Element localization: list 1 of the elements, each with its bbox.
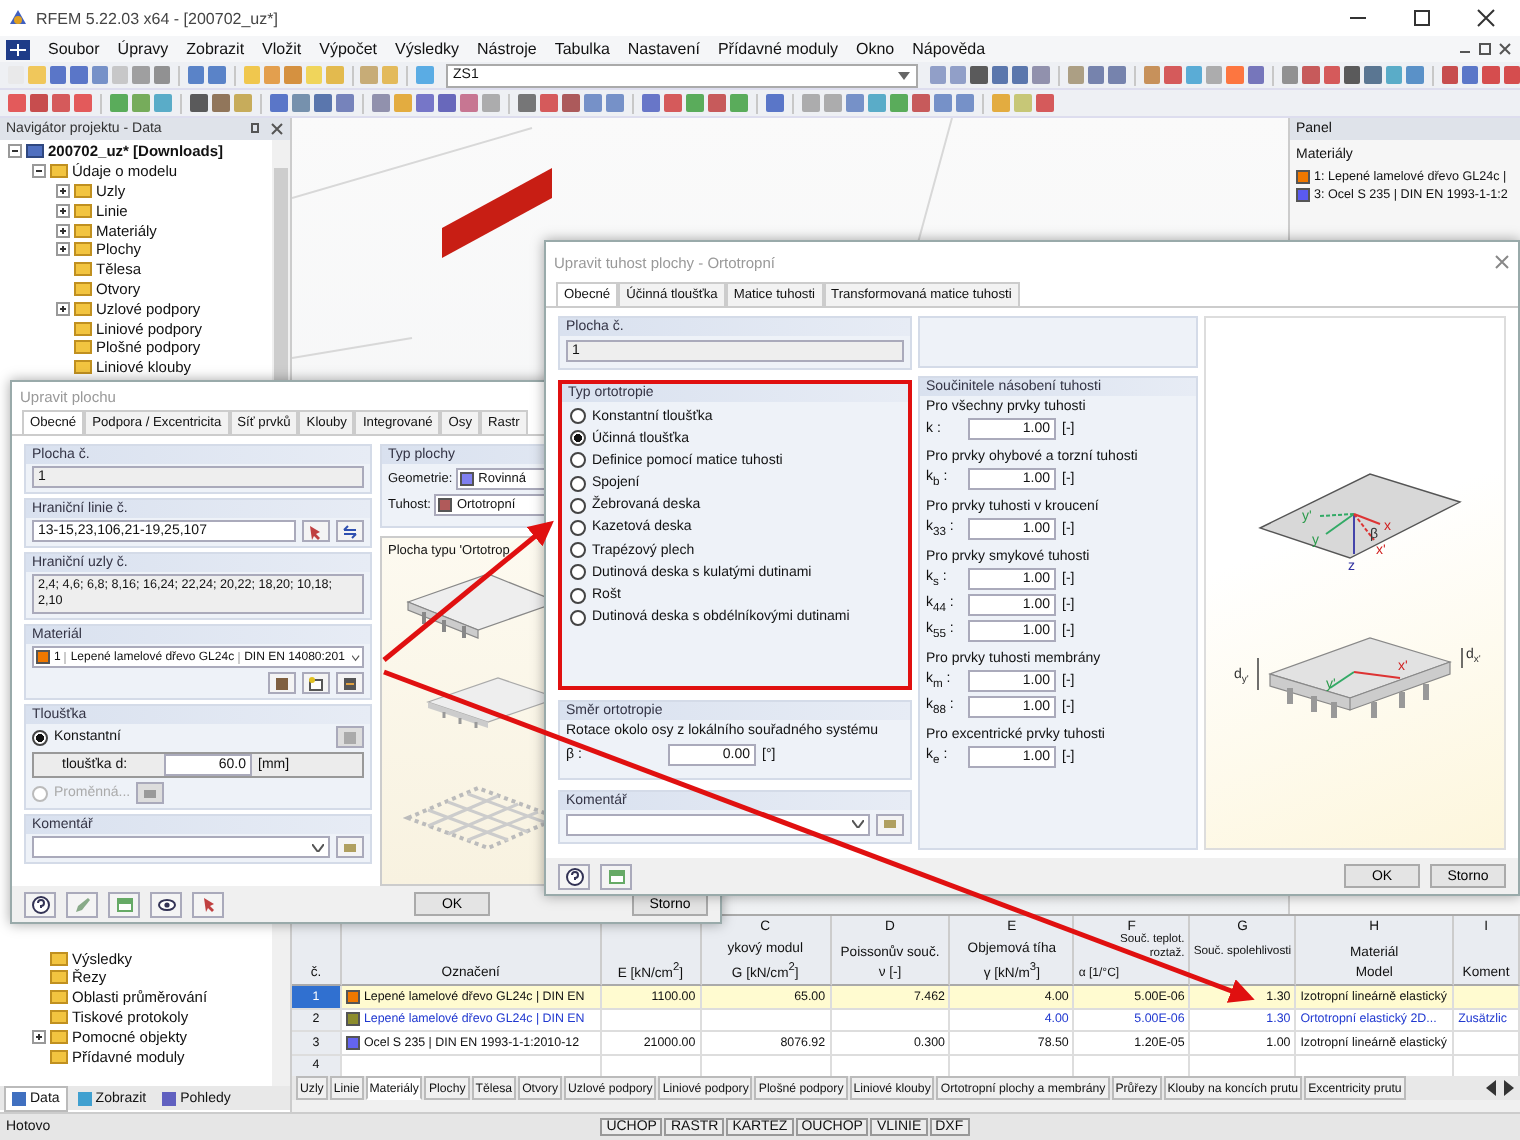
window-title: RFEM 5.22.03 x64 - [200702_uz*] [36, 9, 278, 27]
